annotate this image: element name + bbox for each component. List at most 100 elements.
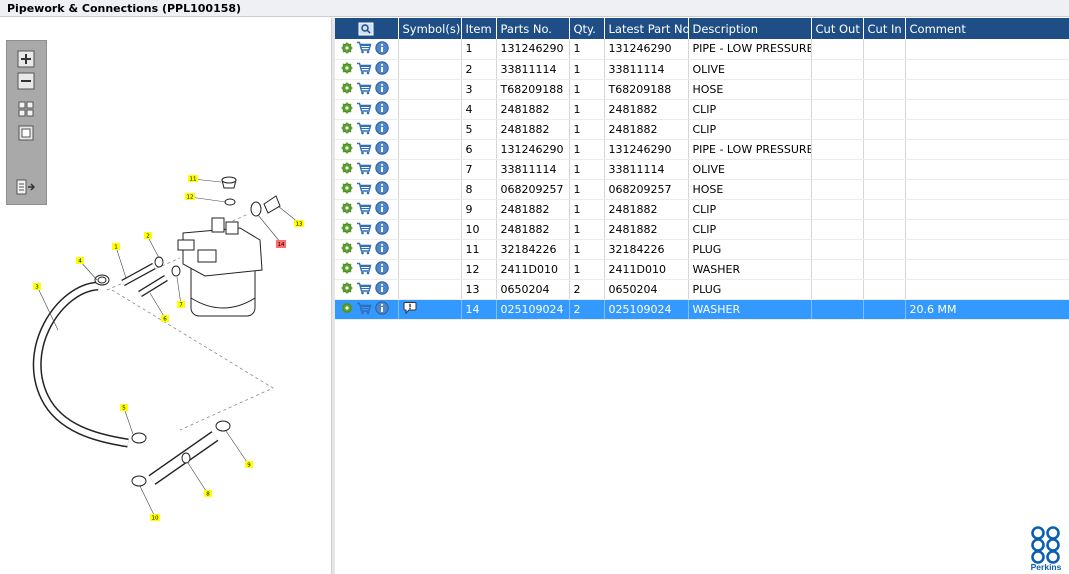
table-row[interactable]: 9 2481882 1 2481882 CLIP bbox=[335, 199, 1069, 220]
header-cut-in[interactable]: Cut In bbox=[863, 18, 906, 39]
table-row[interactable]: 2 33811114 1 33811114 OLIVE bbox=[335, 59, 1069, 80]
header-symbols[interactable]: Symbol(s) bbox=[398, 18, 462, 39]
cart-icon[interactable] bbox=[356, 41, 372, 54]
svg-text:4: 4 bbox=[78, 259, 82, 265]
cut-in-cell bbox=[863, 179, 906, 200]
qty-cell: 1 bbox=[569, 119, 605, 140]
diagram-pane[interactable]: 1 2 3 4 5 6 7 8 9 10 11 12 13 14 bbox=[0, 18, 333, 574]
cart-icon[interactable] bbox=[356, 242, 372, 255]
qty-cell: 1 bbox=[569, 199, 605, 220]
latest-part-no-cell: 0650204 bbox=[604, 279, 689, 300]
gear-icon[interactable] bbox=[341, 202, 353, 214]
cart-icon[interactable] bbox=[356, 282, 372, 295]
table-row[interactable]: 14 025109024 2 025109024 WASHER 20.6 MM bbox=[335, 299, 1069, 321]
header-item[interactable]: Item bbox=[461, 18, 497, 39]
cart-icon[interactable] bbox=[356, 202, 372, 215]
table-row[interactable]: 10 2481882 1 2481882 CLIP bbox=[335, 219, 1069, 240]
table-row[interactable]: 7 33811114 1 33811114 OLIVE bbox=[335, 159, 1069, 180]
info-icon[interactable] bbox=[375, 281, 389, 296]
symbol-cell bbox=[398, 79, 462, 100]
symbol-cell bbox=[398, 179, 462, 200]
latest-part-no-cell: 2481882 bbox=[604, 219, 689, 240]
cut-in-cell bbox=[863, 79, 906, 100]
gear-icon[interactable] bbox=[341, 42, 353, 54]
parts-no-cell: 33811114 bbox=[496, 59, 570, 80]
info-icon[interactable] bbox=[375, 101, 389, 115]
gear-icon[interactable] bbox=[341, 222, 353, 234]
description-cell: WASHER bbox=[688, 259, 812, 280]
header-description[interactable]: Description bbox=[688, 18, 812, 39]
info-icon[interactable] bbox=[375, 161, 389, 175]
qty-cell: 1 bbox=[569, 39, 605, 60]
table-row[interactable]: 4 2481882 1 2481882 CLIP bbox=[335, 99, 1069, 120]
info-icon[interactable] bbox=[375, 181, 389, 195]
gear-icon[interactable] bbox=[341, 82, 353, 94]
symbol-cell bbox=[398, 299, 462, 321]
latest-part-no-cell: 2481882 bbox=[604, 119, 689, 140]
latest-part-no-cell: 2411D010 bbox=[604, 259, 689, 280]
gear-icon[interactable] bbox=[341, 262, 353, 274]
row-actions bbox=[335, 79, 399, 100]
cart-icon[interactable] bbox=[356, 102, 372, 115]
header-qty[interactable]: Qty. bbox=[569, 18, 605, 39]
info-icon[interactable] bbox=[375, 41, 389, 55]
header-comment[interactable]: Comment bbox=[905, 18, 1069, 39]
cart-icon[interactable] bbox=[356, 62, 372, 75]
item-cell: 1 bbox=[461, 39, 497, 60]
table-row[interactable]: 12 2411D010 1 2411D010 WASHER bbox=[335, 259, 1069, 280]
table-row[interactable]: 13 0650204 2 0650204 PLUG bbox=[335, 279, 1069, 300]
gear-icon[interactable] bbox=[341, 282, 353, 294]
table-row[interactable]: 5 2481882 1 2481882 CLIP bbox=[335, 119, 1069, 140]
item-cell: 11 bbox=[461, 239, 497, 260]
symbol-cell bbox=[398, 159, 462, 180]
symbol-cell bbox=[398, 119, 462, 140]
cut-in-cell bbox=[863, 139, 906, 160]
cart-icon[interactable] bbox=[356, 82, 372, 95]
description-cell: PIPE - LOW PRESSURE F bbox=[688, 39, 812, 60]
cart-icon[interactable] bbox=[356, 222, 372, 235]
header-parts-no[interactable]: Parts No. bbox=[496, 18, 570, 39]
cut-in-cell bbox=[863, 159, 906, 180]
gear-icon[interactable] bbox=[341, 62, 353, 74]
gear-icon[interactable] bbox=[341, 122, 353, 134]
info-icon[interactable] bbox=[375, 301, 389, 316]
cart-icon[interactable] bbox=[356, 162, 372, 175]
description-cell: PLUG bbox=[688, 279, 812, 300]
cart-icon[interactable] bbox=[356, 262, 372, 275]
table-row[interactable]: 6 131246290 1 131246290 PIPE - LOW PRESSURE … bbox=[335, 139, 1069, 160]
latest-part-no-cell: 068209257 bbox=[604, 179, 689, 200]
info-icon[interactable] bbox=[375, 221, 389, 235]
info-icon[interactable] bbox=[375, 61, 389, 75]
info-icon[interactable] bbox=[375, 261, 389, 276]
info-icon[interactable] bbox=[375, 121, 389, 135]
cart-icon[interactable] bbox=[356, 142, 372, 155]
latest-part-no-cell: 33811114 bbox=[604, 59, 689, 80]
header-latest-part-no[interactable]: Latest Part No. bbox=[604, 18, 689, 39]
table-row[interactable]: 11 32184226 1 32184226 PLUG bbox=[335, 239, 1069, 260]
svg-text:5: 5 bbox=[122, 406, 126, 412]
header-cut-out[interactable]: Cut Out bbox=[811, 18, 864, 39]
table-row[interactable]: 8 068209257 1 068209257 HOSE bbox=[335, 179, 1069, 200]
gear-icon[interactable] bbox=[341, 102, 353, 114]
info-icon[interactable] bbox=[375, 141, 389, 155]
gear-icon[interactable] bbox=[341, 162, 353, 174]
cart-icon[interactable] bbox=[356, 302, 372, 315]
svg-text:12: 12 bbox=[187, 195, 194, 201]
info-icon[interactable] bbox=[375, 241, 389, 256]
cut-in-cell bbox=[863, 199, 906, 220]
table-row[interactable]: 1 131246290 1 131246290 PIPE - LOW PRESSURE … bbox=[335, 39, 1069, 60]
gear-icon[interactable] bbox=[341, 142, 353, 154]
info-icon[interactable] bbox=[375, 201, 389, 215]
grid-search-icon[interactable] bbox=[358, 22, 374, 36]
gear-icon[interactable] bbox=[341, 302, 353, 314]
header-actions[interactable] bbox=[335, 18, 399, 39]
cart-icon[interactable] bbox=[356, 122, 372, 135]
table-row[interactable]: 3 T68209188 1 T68209188 HOSE bbox=[335, 79, 1069, 100]
description-cell: CLIP bbox=[688, 219, 812, 240]
exclamation-bubble-icon[interactable] bbox=[403, 301, 417, 317]
gear-icon[interactable] bbox=[341, 242, 353, 254]
info-icon[interactable] bbox=[375, 81, 389, 95]
gear-icon[interactable] bbox=[341, 182, 353, 194]
cut-in-cell bbox=[863, 219, 906, 240]
cart-icon[interactable] bbox=[356, 182, 372, 195]
